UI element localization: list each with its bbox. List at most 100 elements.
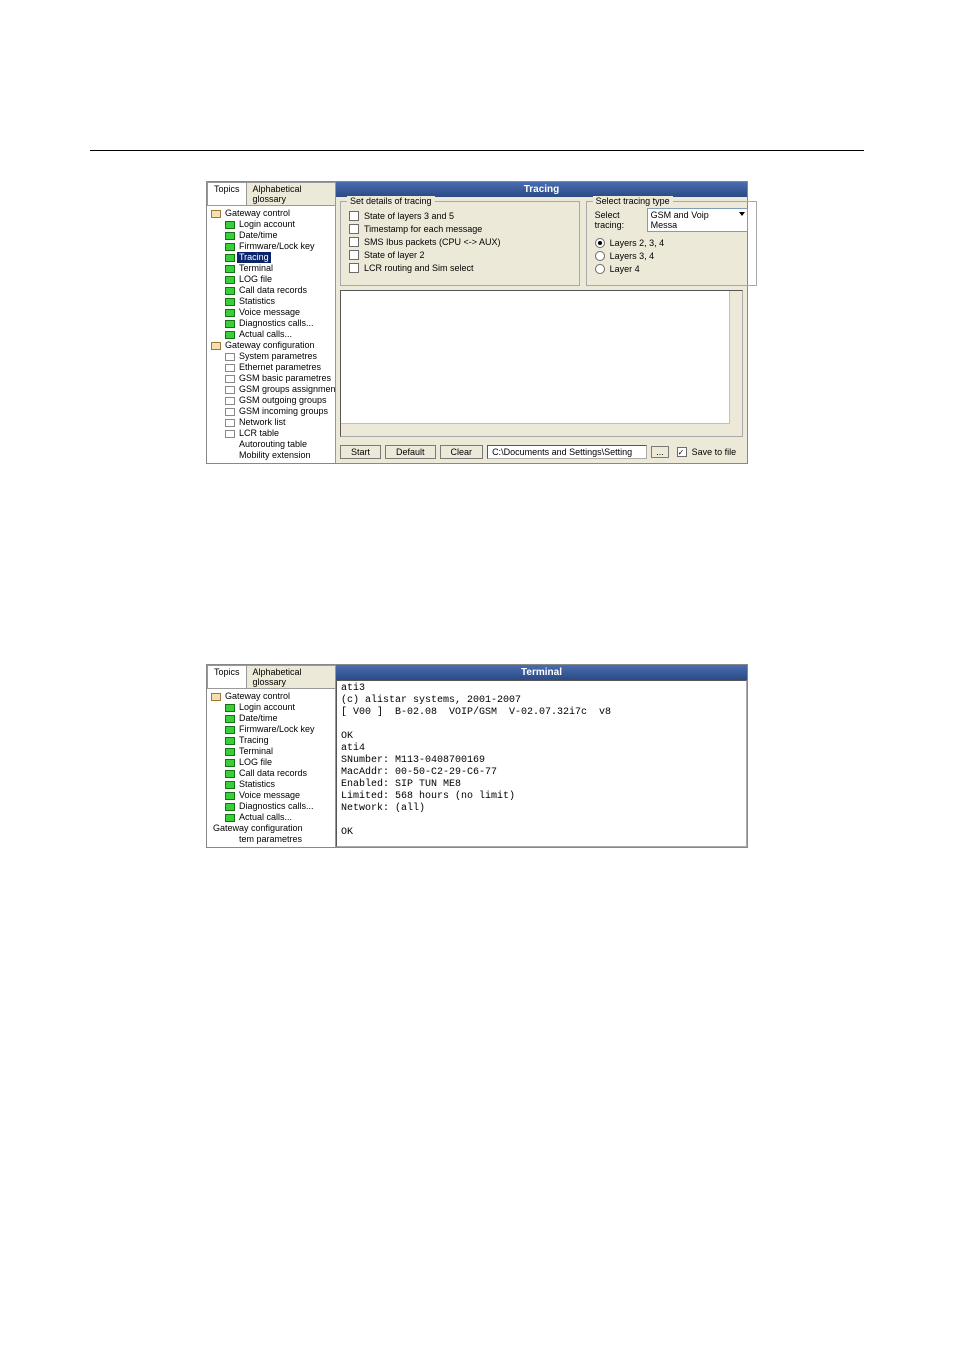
save-to-file-checkbox[interactable] [677, 447, 687, 457]
green-icon [225, 770, 235, 778]
green-icon [225, 748, 235, 756]
tree-item[interactable]: Gateway control [211, 208, 333, 219]
tree-item[interactable]: GSM basic parametres [211, 373, 333, 384]
tree-item-label: GSM basic parametres [237, 373, 333, 384]
tree-item-label: Date/time [237, 713, 280, 724]
tree-item-label: Tracing [237, 252, 271, 263]
chk-layer-2-label: State of layer 2 [364, 250, 425, 260]
tab-alphabetical-2[interactable]: Alphabetical glossary [246, 665, 336, 688]
tree-item[interactable]: Date/time [211, 230, 333, 241]
tree-item[interactable]: Call data records [211, 285, 333, 296]
tree-item[interactable]: Actual calls... [211, 329, 333, 340]
folder-icon [211, 342, 221, 350]
tree-item[interactable]: Statistics [211, 296, 333, 307]
terminal-output[interactable]: ati3 (c) alistar systems, 2001-2007 [ V0… [336, 680, 747, 847]
tree-item[interactable]: GSM outgoing groups [211, 395, 333, 406]
clear-button[interactable]: Clear [440, 445, 484, 459]
tree-item[interactable]: Voice message [211, 790, 333, 801]
folder-icon [211, 210, 221, 218]
select-tracing-label: Select tracing: [595, 210, 642, 230]
tracing-output [340, 290, 743, 437]
tree-item-label: LCR table [237, 428, 281, 439]
select-tracing-combo[interactable]: GSM and Voip Messa [647, 208, 748, 232]
tree-item[interactable]: LCR table [211, 428, 333, 439]
hscroll[interactable] [341, 423, 730, 436]
green-icon [225, 759, 235, 767]
vscroll[interactable] [729, 291, 742, 436]
tree-item[interactable]: Gateway control [211, 691, 333, 702]
tracing-title: Tracing [336, 182, 747, 197]
start-button[interactable]: Start [340, 445, 381, 459]
chk-sms-ibus[interactable] [349, 237, 359, 247]
tree-item[interactable]: Login account [211, 702, 333, 713]
tree-item[interactable]: GSM incoming groups [211, 406, 333, 417]
tree-item-label: tem parametres [237, 834, 304, 845]
tree-item-label: Terminal [237, 263, 275, 274]
tree-item[interactable]: Gateway configuration [211, 823, 333, 834]
tree-item[interactable]: Mobility extension [211, 450, 333, 461]
tree-item[interactable]: Terminal [211, 263, 333, 274]
tree-item[interactable]: GSM groups assignment [211, 384, 333, 395]
green-icon [225, 298, 235, 306]
tree-item-label: Statistics [237, 779, 277, 790]
green-icon [225, 276, 235, 284]
tab-alphabetical[interactable]: Alphabetical glossary [246, 182, 336, 205]
tree-item-label: Gateway control [223, 691, 292, 702]
green-icon [225, 814, 235, 822]
radio-layers-234[interactable] [595, 238, 605, 248]
tree-item[interactable]: Call data records [211, 768, 333, 779]
tree-item[interactable]: tem parametres [211, 834, 333, 845]
tree-item[interactable]: Tracing [211, 735, 333, 746]
tree-item[interactable]: Login account [211, 219, 333, 230]
green-icon [225, 287, 235, 295]
tree-item-label: Statistics [237, 296, 277, 307]
tree-item[interactable]: Ethernet parametres [211, 362, 333, 373]
tree-item[interactable]: Firmware/Lock key [211, 241, 333, 252]
tree-item[interactable]: LOG file [211, 274, 333, 285]
tree-item-label: Voice message [237, 307, 302, 318]
tab-topics[interactable]: Topics [207, 182, 247, 205]
tree-item[interactable]: Terminal [211, 746, 333, 757]
tab-topics-2[interactable]: Topics [207, 665, 247, 688]
chk-lcr[interactable] [349, 263, 359, 273]
doc-icon [225, 419, 235, 427]
green-icon [225, 221, 235, 229]
green-icon [225, 320, 235, 328]
chk-sms-ibus-label: SMS Ibus packets (CPU <-> AUX) [364, 237, 501, 247]
tree-item[interactable]: Firmware/Lock key [211, 724, 333, 735]
tree-item-label: Gateway configuration [211, 823, 305, 834]
tree-item[interactable]: Gateway configuration [211, 340, 333, 351]
radio-layer-4[interactable] [595, 264, 605, 274]
tree-item-label: Login account [237, 702, 297, 713]
tracing-window: Topics Alphabetical glossary Gateway con… [206, 181, 748, 464]
tree-item-label: Firmware/Lock key [237, 724, 317, 735]
tree-item[interactable]: LOG file [211, 757, 333, 768]
green-icon [225, 792, 235, 800]
tree-item-label: Date/time [237, 230, 280, 241]
tree-item[interactable]: Network list [211, 417, 333, 428]
radio-layers-34[interactable] [595, 251, 605, 261]
folder-icon [211, 693, 221, 701]
chk-layer-2[interactable] [349, 250, 359, 260]
chk-layers-3-5[interactable] [349, 211, 359, 221]
tree-item[interactable]: Actual calls... [211, 812, 333, 823]
green-icon [225, 243, 235, 251]
tree-item-label: Ethernet parametres [237, 362, 323, 373]
tree-item-label: Gateway configuration [223, 340, 317, 351]
tree-item[interactable]: Statistics [211, 779, 333, 790]
chk-timestamp[interactable] [349, 224, 359, 234]
browse-button[interactable]: ... [651, 446, 669, 458]
details-group: Set details of tracing State of layers 3… [340, 201, 580, 286]
tree-item[interactable]: Date/time [211, 713, 333, 724]
tree-item[interactable]: Voice message [211, 307, 333, 318]
save-path-field[interactable]: C:\Documents and Settings\Setting [487, 445, 647, 459]
tree-item[interactable]: Diagnostics calls... [211, 318, 333, 329]
default-button[interactable]: Default [385, 445, 436, 459]
tree-item[interactable]: Diagnostics calls... [211, 801, 333, 812]
tree-item[interactable]: System parametres [211, 351, 333, 362]
tree-item[interactable]: Autorouting table [211, 439, 333, 450]
green-icon [225, 781, 235, 789]
green-icon [225, 704, 235, 712]
tree-item[interactable]: Tracing [211, 252, 333, 263]
doc-icon [225, 375, 235, 383]
